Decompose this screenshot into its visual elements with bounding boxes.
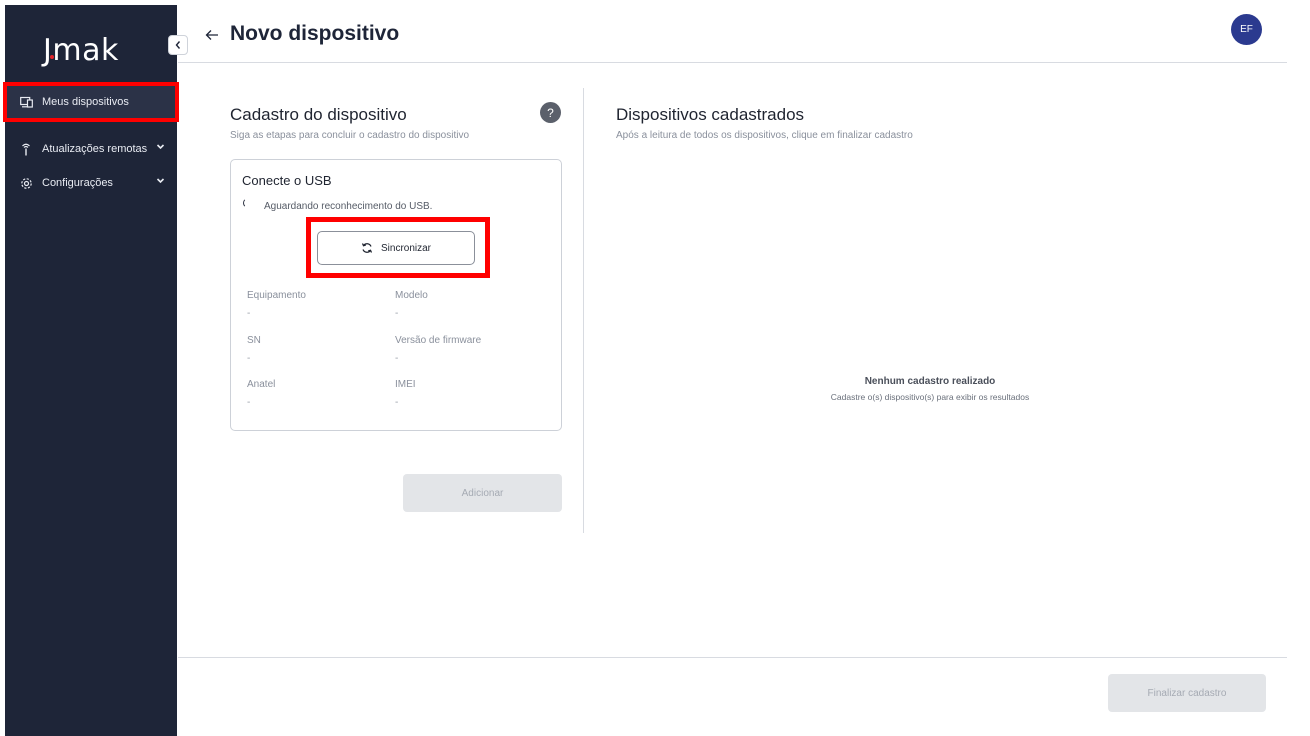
field-label-equipamento: Equipamento: [247, 290, 306, 301]
section-divider: [583, 88, 584, 533]
field-label-versao-firmware: Versão de firmware: [395, 335, 482, 346]
sidebar-item-label: Atualizações remotas: [42, 143, 148, 155]
logo-accent: [50, 55, 54, 59]
sidebar-item-label: Configurações: [42, 177, 113, 189]
logo: Jmak: [43, 33, 119, 68]
loading-spinner-icon: [243, 198, 253, 208]
field-value-equipamento: -: [247, 308, 251, 319]
field-label-anatel: Anatel: [247, 379, 276, 390]
gear-icon: [19, 176, 33, 190]
field-value-anatel: -: [247, 397, 251, 408]
sync-button[interactable]: Sincronizar: [317, 231, 475, 265]
antenna-icon: [19, 142, 33, 156]
card-title: Conecte o USB: [242, 173, 332, 188]
field-value-imei: -: [395, 397, 399, 408]
finish-registration-button[interactable]: Finalizar cadastro: [1108, 674, 1266, 712]
field-value-sn: -: [247, 353, 251, 364]
usb-connection-card: Conecte o USB Aguardando reconhecimento …: [230, 159, 562, 431]
add-button[interactable]: Adicionar: [403, 474, 562, 512]
waiting-status: Aguardando reconhecimento do USB.: [264, 201, 433, 212]
page-title: Novo dispositivo: [230, 22, 400, 45]
sidebar-collapse-button[interactable]: [168, 35, 188, 55]
footer-divider: [178, 657, 1287, 658]
field-value-versao-firmware: -: [395, 353, 399, 364]
registration-subtitle: Siga as etapas para concluir o cadastro …: [230, 130, 470, 141]
field-label-sn: SN: [247, 335, 261, 346]
chevron-down-icon: [156, 142, 165, 154]
back-button[interactable]: [205, 26, 219, 46]
header-divider: [178, 62, 1287, 63]
empty-state-subtitle: Cadastre o(s) dispositivo(s) para exibir…: [830, 392, 1030, 402]
registration-title: Cadastro do dispositivo: [230, 105, 407, 124]
refresh-icon: [361, 242, 373, 254]
help-icon[interactable]: ?: [540, 102, 561, 123]
sidebar-item-meus-dispositivos[interactable]: Meus dispositivos: [3, 82, 179, 122]
sidebar-item-atualizacoes-remotas[interactable]: Atualizações remotas: [5, 131, 177, 167]
sidebar-item-configuracoes[interactable]: Configurações: [5, 165, 177, 201]
field-label-modelo: Modelo: [395, 290, 428, 301]
sidebar: Jmak Meus dispositivos Atualizações remo…: [3, 5, 179, 736]
avatar[interactable]: EF: [1231, 14, 1262, 45]
devices-icon: [19, 95, 33, 109]
registered-title: Dispositivos cadastrados: [616, 105, 805, 124]
chevron-left-icon: [174, 38, 182, 53]
arrow-left-icon: [205, 26, 219, 45]
field-value-modelo: -: [395, 308, 399, 319]
chevron-down-icon: [156, 176, 165, 188]
registered-subtitle: Após a leitura de todos os dispositivos,…: [616, 130, 913, 141]
empty-state-title: Nenhum cadastro realizado: [864, 376, 996, 387]
sync-button-label: Sincronizar: [380, 242, 432, 254]
sidebar-item-label: Meus dispositivos: [42, 96, 129, 108]
field-label-imei: IMEI: [395, 379, 416, 390]
